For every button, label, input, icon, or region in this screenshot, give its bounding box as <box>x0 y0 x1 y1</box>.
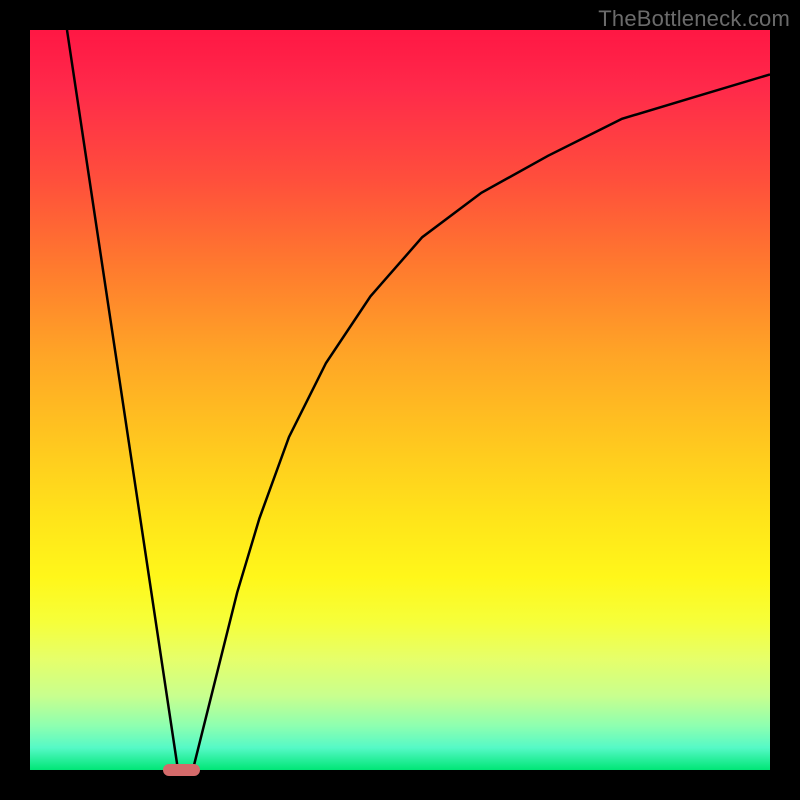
left-line-path <box>67 30 178 770</box>
right-curve-path <box>193 74 770 770</box>
plot-area <box>30 30 770 770</box>
chart-curves <box>30 30 770 770</box>
chart-frame: TheBottleneck.com <box>0 0 800 800</box>
bottleneck-marker <box>163 764 200 776</box>
watermark-text: TheBottleneck.com <box>598 6 790 32</box>
